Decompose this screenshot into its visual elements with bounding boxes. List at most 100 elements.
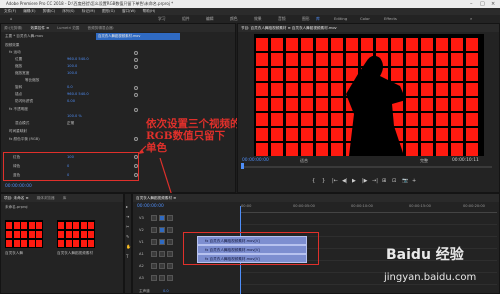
tab-project[interactable]: 项目: 未命名 ≡ <box>4 196 28 200</box>
time-ruler[interactable] <box>241 212 497 213</box>
workspace-tab-effects-en[interactable]: Effects <box>384 15 397 23</box>
workspace-tab-editing[interactable]: Editing <box>334 15 347 23</box>
workspace-tab-learn[interactable]: 学习 <box>158 15 166 23</box>
fit-select[interactable]: 适合 <box>300 158 308 164</box>
go-to-out-icon[interactable]: →| <box>372 178 378 184</box>
menu-edit[interactable]: 编辑(E) <box>23 9 35 13</box>
maximize-icon[interactable]: □ <box>480 0 485 8</box>
track-toggle-icon[interactable] <box>159 275 165 281</box>
mark-out-icon[interactable]: } <box>322 178 325 184</box>
workspace-tab-audio[interactable]: 音频 <box>278 15 286 23</box>
color-balance-effect[interactable]: fx 颜色平衡 (RGB) <box>9 137 40 142</box>
track-lock-icon[interactable] <box>151 251 157 257</box>
track-lane[interactable] <box>241 284 497 285</box>
razor-tool-icon[interactable]: ✂ <box>126 224 129 229</box>
quality-select[interactable]: 完整 <box>420 158 428 164</box>
workspace-tab-effects[interactable]: 效果 <box>254 15 262 23</box>
menu-clip[interactable]: 剪辑(C) <box>43 9 56 13</box>
workspace-tab-edit[interactable]: 编辑 <box>206 15 214 23</box>
track-toggle-icon[interactable] <box>159 239 165 245</box>
track-eye-icon[interactable] <box>167 263 173 269</box>
track-eye-icon[interactable] <box>167 227 173 233</box>
mark-in-icon[interactable]: { <box>312 178 315 184</box>
reset-icon[interactable] <box>134 108 138 112</box>
opacity-effect[interactable]: fx 不透明度 <box>9 107 28 112</box>
extract-icon[interactable]: ⊡ <box>392 178 396 184</box>
track-toggle-icon[interactable] <box>159 263 165 269</box>
reset-icon[interactable] <box>134 86 138 90</box>
track-lock-icon[interactable] <box>151 215 157 221</box>
opacity-value[interactable]: 100.0 % <box>67 114 82 118</box>
timeline-timecode[interactable]: 00:00:00:00 <box>137 204 164 209</box>
time-remap-effect[interactable]: 时间重映射 <box>9 129 27 134</box>
add-button-icon[interactable]: + <box>412 178 416 184</box>
blend-mode-select[interactable]: 正常 <box>67 121 74 126</box>
program-timecode-left[interactable]: 00:00:00:00 <box>242 158 269 163</box>
hand-tool-icon[interactable]: ✋ <box>126 244 131 249</box>
menu-help[interactable]: 帮助(H) <box>143 9 156 13</box>
track-lock-icon[interactable] <box>151 263 157 269</box>
minimize-icon[interactable]: – <box>470 0 473 8</box>
motion-effect[interactable]: fx 运动 <box>9 50 21 55</box>
track-lock-icon[interactable] <box>151 227 157 233</box>
reset-icon[interactable] <box>134 58 138 62</box>
tab-effect-controls[interactable]: 效果控件 ≡ <box>31 26 50 30</box>
menu-marker[interactable]: 标记(M) <box>82 9 95 13</box>
type-tool-icon[interactable]: T <box>126 254 128 259</box>
tab-lumetri-scopes[interactable]: Lumetri 范围 <box>57 26 79 30</box>
home-icon[interactable]: ⌂ <box>10 15 12 23</box>
tab-sequence[interactable]: 百灵衣人舞蹈视频素材 ≡ <box>136 196 176 200</box>
pen-tool-icon[interactable]: ✎ <box>126 234 129 239</box>
position-value[interactable]: 960.0 540.0 <box>67 57 89 61</box>
master-track-value[interactable]: 0.0 <box>163 289 169 293</box>
export-frame-icon[interactable]: 📷 <box>402 178 408 184</box>
track-eye-icon[interactable] <box>167 275 173 281</box>
anchor-value[interactable]: 960.0 540.0 <box>67 92 89 96</box>
project-item-thumbnail[interactable] <box>57 220 95 248</box>
selection-tool-icon[interactable]: ▸ <box>126 204 128 209</box>
track-lock-icon[interactable] <box>151 239 157 245</box>
menu-sequence[interactable]: 序列(S) <box>62 9 74 13</box>
play-icon[interactable]: ▶ <box>352 178 356 184</box>
program-scrubber[interactable] <box>242 166 492 168</box>
search-icon[interactable]: ⌕ <box>470 15 472 23</box>
scale-width-value[interactable]: 100.0 <box>67 71 77 75</box>
close-icon[interactable]: × <box>491 0 495 8</box>
rotation-value[interactable]: 0.0 <box>67 85 73 89</box>
lift-icon[interactable]: ⊞ <box>382 178 386 184</box>
uniform-scale-checkbox[interactable]: 等比缩放 <box>25 78 39 83</box>
step-back-icon[interactable]: ◀| <box>342 178 348 184</box>
workspace-tab-libraries[interactable]: 库 <box>316 15 320 23</box>
workspace-tab-graphics[interactable]: 图形 <box>302 15 310 23</box>
track-eye-icon[interactable] <box>167 251 173 257</box>
reset-icon[interactable] <box>134 65 138 69</box>
effect-controls-timecode[interactable]: 00:00:00:00 <box>5 184 32 189</box>
track-toggle-icon[interactable] <box>159 251 165 257</box>
playhead-icon[interactable] <box>241 163 244 169</box>
workspace-tab-color[interactable]: 颜色 <box>230 15 238 23</box>
track-eye-icon[interactable] <box>167 215 173 221</box>
step-forward-icon[interactable]: |▶ <box>362 178 368 184</box>
track-lane[interactable] <box>241 224 497 225</box>
workspace-tab-assembly[interactable]: 组件 <box>182 15 190 23</box>
project-item-thumbnail[interactable] <box>5 220 43 248</box>
track-toggle-icon[interactable] <box>159 227 165 233</box>
reset-icon[interactable] <box>134 51 138 55</box>
track-lock-icon[interactable] <box>151 275 157 281</box>
go-to-in-icon[interactable]: |← <box>332 178 338 184</box>
tab-audio-mixer[interactable]: 音频剪辑混合器: <box>88 26 114 30</box>
tab-source[interactable]: 源:(无剪辑) <box>4 26 22 30</box>
tab-media-browser[interactable]: 媒体浏览器 <box>37 196 55 200</box>
tab-program[interactable]: 节目: 百灵衣人舞蹈视频素材 ≡ 百灵衣人舞蹈视频素材.mov <box>241 26 337 30</box>
sequence-clip-bar[interactable]: 百灵衣人舞蹈视频素材.mov <box>96 33 180 40</box>
reset-icon[interactable] <box>134 93 138 97</box>
track-eye-icon[interactable] <box>167 239 173 245</box>
flicker-value[interactable]: 0.00 <box>67 99 75 103</box>
tab-libraries[interactable]: 库 <box>63 196 67 200</box>
track-toggle-icon[interactable] <box>159 215 165 221</box>
menu-file[interactable]: 文件(F) <box>4 9 16 13</box>
track-select-icon[interactable]: ⇥ <box>126 214 129 219</box>
menu-graphics[interactable]: 图形(G) <box>102 9 115 13</box>
workspace-tab-color-en[interactable]: Color <box>360 15 370 23</box>
scale-value[interactable]: 100.0 <box>67 64 77 68</box>
